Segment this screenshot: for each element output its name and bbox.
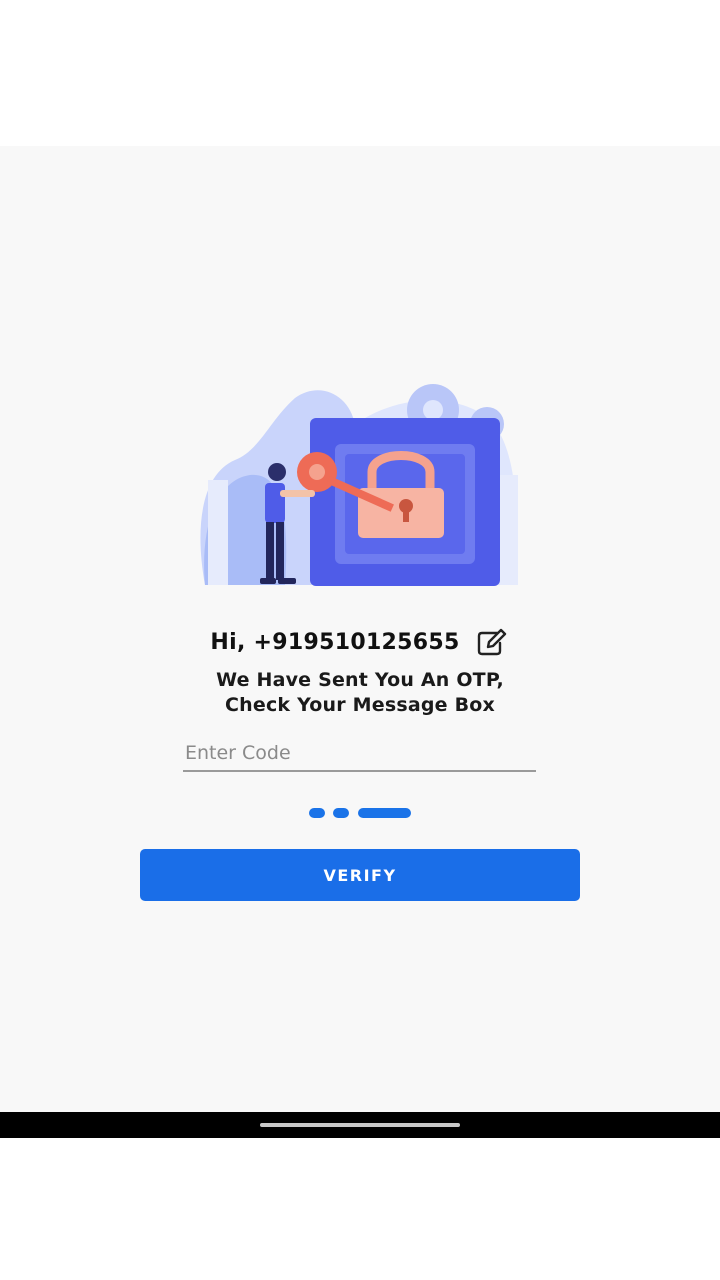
otp-sent-message: We Have Sent You An OTP, Check Your Mess… — [0, 668, 720, 718]
step-dot-2 — [333, 808, 349, 818]
otp-screen: Hi, +919510125655 We Have Sent You An OT… — [0, 146, 720, 1112]
step-active-indicator — [358, 808, 411, 818]
message-line-1: We Have Sent You An OTP, — [216, 669, 504, 691]
home-gesture-handle[interactable] — [260, 1123, 460, 1127]
step-dot-1 — [309, 808, 325, 818]
edit-icon[interactable] — [474, 627, 510, 657]
unlock-illustration — [200, 384, 518, 586]
phone-greeting: Hi, +919510125655 — [210, 629, 460, 655]
verify-button[interactable]: VERIFY — [140, 849, 580, 901]
otp-code-input[interactable] — [183, 736, 536, 772]
system-navigation-bar — [0, 1112, 720, 1138]
message-line-2: Check Your Message Box — [225, 694, 495, 716]
greeting-row: Hi, +919510125655 — [0, 624, 720, 660]
step-indicator — [309, 807, 419, 819]
